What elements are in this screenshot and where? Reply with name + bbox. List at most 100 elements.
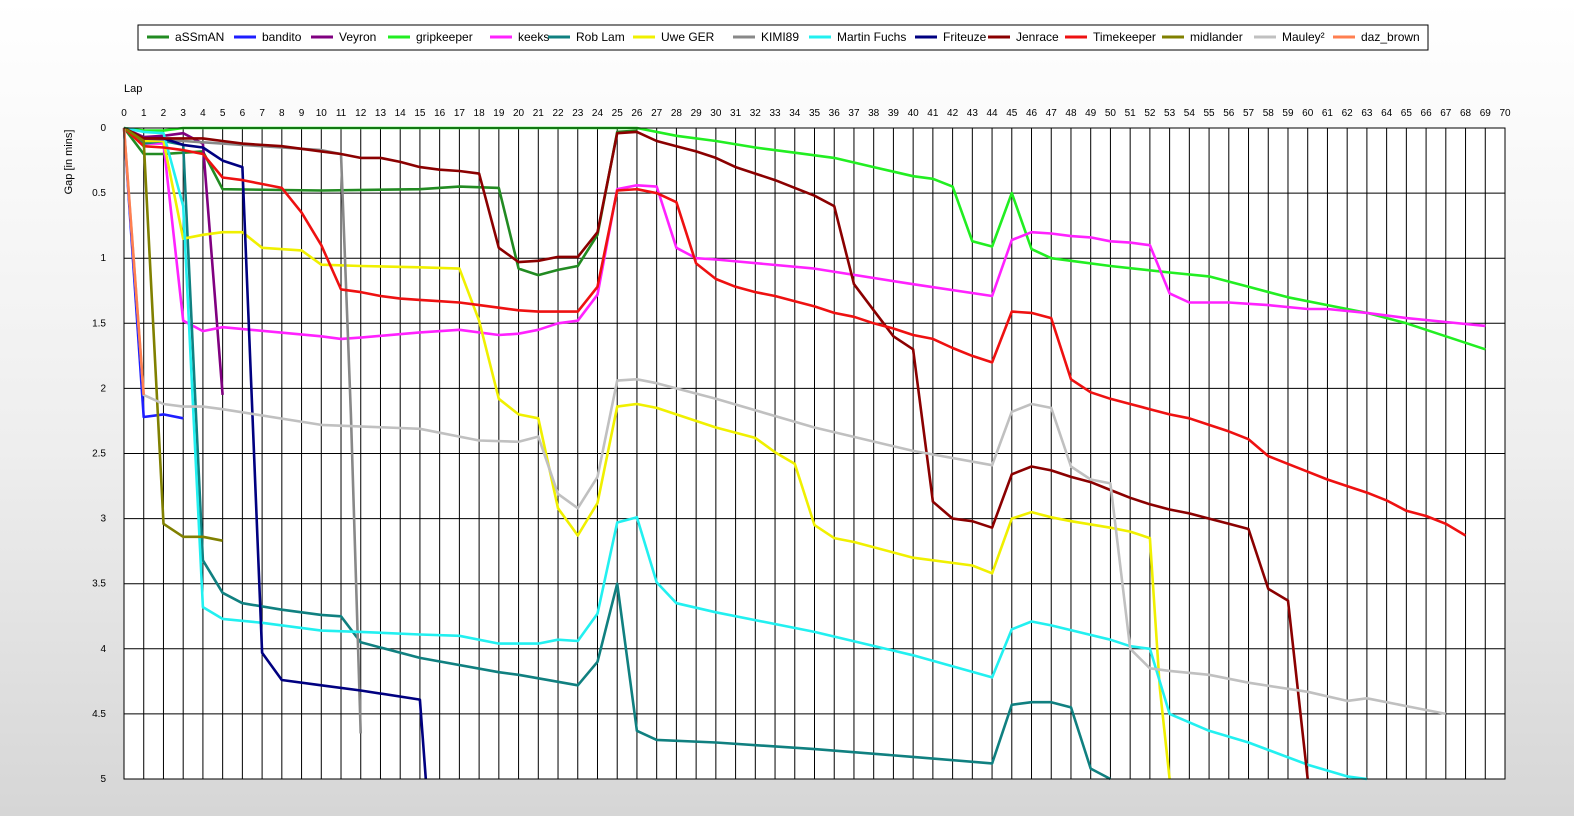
x-tick-label: 36 bbox=[829, 108, 841, 119]
x-tick-label: 52 bbox=[1144, 108, 1156, 119]
legend-entry: Friteuze bbox=[943, 30, 987, 44]
x-tick-label: 41 bbox=[927, 108, 939, 119]
y-tick-labels: 0 0.5 1 1.5 2 2.5 3 3.5 4 4.5 5 bbox=[92, 123, 106, 785]
x-tick-label: 2 bbox=[161, 108, 167, 119]
x-tick-label: 29 bbox=[691, 108, 703, 119]
y-tick-label: 2.5 bbox=[92, 449, 106, 460]
x-tick-label: 30 bbox=[710, 108, 722, 119]
x-tick-label: 69 bbox=[1480, 108, 1492, 119]
legend-entry: daz_brown bbox=[1361, 30, 1420, 44]
x-tick-label: 9 bbox=[299, 108, 305, 119]
x-tick-label: 58 bbox=[1263, 108, 1275, 119]
x-tick-label: 25 bbox=[612, 108, 624, 119]
x-tick-label: 46 bbox=[1026, 108, 1038, 119]
y-tick-label: 0.5 bbox=[92, 188, 106, 199]
x-tick-label: 51 bbox=[1125, 108, 1137, 119]
x-tick-label: 18 bbox=[474, 108, 486, 119]
x-tick-label: 65 bbox=[1401, 108, 1413, 119]
x-tick-label: 35 bbox=[809, 108, 821, 119]
x-tick-label: 43 bbox=[967, 108, 979, 119]
x-tick-label: 13 bbox=[375, 108, 387, 119]
legend-entry: keeks bbox=[518, 30, 549, 44]
x-tick-label: 49 bbox=[1085, 108, 1097, 119]
x-tick-label: 45 bbox=[1006, 108, 1018, 119]
x-tick-label: 3 bbox=[180, 108, 186, 119]
x-axis-label: Lap bbox=[124, 83, 142, 95]
x-tick-label: 5 bbox=[220, 108, 226, 119]
x-tick-labels: 0 1 2 3 4 5 6 7 8 9 10 11 12 13 14 15 16 17 18 19 20 21 22 23 24… bbox=[121, 108, 1511, 119]
x-tick-label: 66 bbox=[1421, 108, 1433, 119]
x-tick-label: 24 bbox=[592, 108, 604, 119]
legend-entry: Mauley² bbox=[1282, 30, 1325, 44]
x-tick-label: 39 bbox=[888, 108, 900, 119]
x-tick-label: 7 bbox=[259, 108, 265, 119]
legend: aSSmAN bandito Veyron gripkeeper keeks Rob La… bbox=[137, 24, 1429, 51]
x-tick-label: 22 bbox=[552, 108, 564, 119]
x-tick-label: 6 bbox=[240, 108, 246, 119]
x-tick-label: 0 bbox=[121, 108, 127, 119]
y-tick-label: 2 bbox=[100, 383, 106, 394]
x-tick-label: 14 bbox=[395, 108, 407, 119]
x-tick-label: 19 bbox=[493, 108, 505, 119]
lap-chart: aSSmAN bandito Veyron gripkeeper keeks Rob La… bbox=[63, 24, 1511, 785]
x-tick-label: 32 bbox=[750, 108, 762, 119]
legend-entry: Uwe GER bbox=[661, 30, 715, 44]
x-tick-label: 1 bbox=[141, 108, 147, 119]
legend-entry: Rob Lam bbox=[576, 30, 625, 44]
x-tick-label: 34 bbox=[789, 108, 801, 119]
y-tick-label: 4 bbox=[100, 644, 106, 655]
x-tick-label: 50 bbox=[1105, 108, 1117, 119]
x-tick-label: 54 bbox=[1184, 108, 1196, 119]
y-tick-label: 1.5 bbox=[92, 318, 106, 329]
x-tick-label: 55 bbox=[1204, 108, 1216, 119]
x-tick-label: 33 bbox=[769, 108, 781, 119]
x-tick-label: 59 bbox=[1282, 108, 1294, 119]
y-tick-label: 4.5 bbox=[92, 709, 106, 720]
x-tick-label: 67 bbox=[1440, 108, 1452, 119]
x-tick-label: 60 bbox=[1302, 108, 1314, 119]
x-tick-label: 70 bbox=[1499, 108, 1511, 119]
x-tick-label: 47 bbox=[1046, 108, 1058, 119]
x-tick-label: 56 bbox=[1223, 108, 1235, 119]
legend-entry: gripkeeper bbox=[416, 30, 473, 44]
legend-entry: Jenrace bbox=[1016, 30, 1059, 44]
legend-entry: Martin Fuchs bbox=[837, 30, 906, 44]
x-tick-label: 63 bbox=[1361, 108, 1373, 119]
legend-entry: KIMI89 bbox=[761, 30, 799, 44]
y-axis-label: Gap [in mins] bbox=[63, 130, 75, 195]
y-tick-label: 3.5 bbox=[92, 579, 106, 590]
x-tick-label: 53 bbox=[1164, 108, 1176, 119]
x-tick-label: 62 bbox=[1342, 108, 1354, 119]
x-tick-label: 40 bbox=[908, 108, 920, 119]
x-tick-label: 21 bbox=[533, 108, 545, 119]
x-tick-label: 37 bbox=[848, 108, 860, 119]
x-tick-label: 23 bbox=[572, 108, 584, 119]
x-tick-label: 64 bbox=[1381, 108, 1393, 119]
x-tick-label: 8 bbox=[279, 108, 285, 119]
x-tick-label: 42 bbox=[947, 108, 959, 119]
x-tick-label: 15 bbox=[414, 108, 426, 119]
x-tick-label: 4 bbox=[200, 108, 206, 119]
x-tick-label: 11 bbox=[336, 108, 347, 119]
legend-entry: bandito bbox=[262, 30, 302, 44]
legend-entry: aSSmAN bbox=[175, 30, 224, 44]
x-tick-label: 57 bbox=[1243, 108, 1255, 119]
x-tick-label: 27 bbox=[651, 108, 663, 119]
y-tick-label: 3 bbox=[100, 514, 106, 525]
x-tick-label: 26 bbox=[631, 108, 643, 119]
y-tick-label: 1 bbox=[100, 253, 106, 264]
x-tick-label: 12 bbox=[355, 108, 367, 119]
legend-entry: Timekeeper bbox=[1093, 30, 1156, 44]
y-tick-label: 0 bbox=[100, 123, 106, 134]
legend-entry: Veyron bbox=[339, 30, 376, 44]
x-tick-label: 68 bbox=[1460, 108, 1472, 119]
x-tick-label: 61 bbox=[1322, 108, 1334, 119]
x-tick-label: 16 bbox=[434, 108, 446, 119]
x-tick-label: 28 bbox=[671, 108, 683, 119]
x-tick-label: 44 bbox=[986, 108, 998, 119]
y-tick-label: 5 bbox=[100, 774, 106, 785]
x-tick-label: 10 bbox=[316, 108, 328, 119]
x-tick-label: 31 bbox=[730, 108, 742, 119]
x-tick-label: 17 bbox=[454, 108, 466, 119]
x-tick-label: 48 bbox=[1065, 108, 1077, 119]
